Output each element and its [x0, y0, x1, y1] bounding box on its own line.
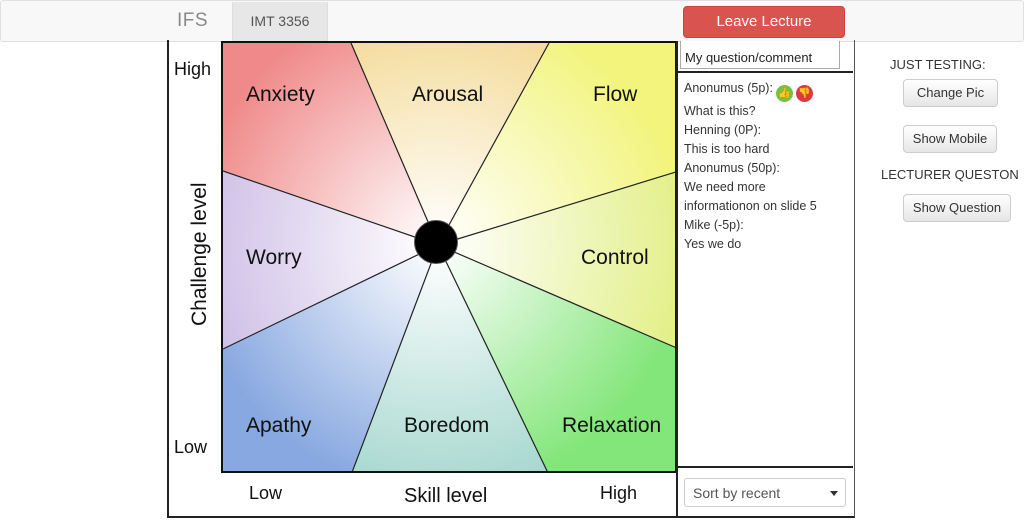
- sort-select[interactable]: Sort by recent: [684, 478, 846, 507]
- x-axis-high-label: High: [600, 483, 638, 503]
- zone-anxiety: Anxiety: [246, 83, 315, 106]
- lecturer-question-label: LECTURER QUESTON: [881, 167, 1019, 182]
- panel-divider: [676, 41, 678, 518]
- zone-apathy: Apathy: [246, 414, 312, 437]
- zone-flow: Flow: [593, 83, 638, 106]
- y-axis-high-label: High: [174, 59, 212, 79]
- zone-worry: Worry: [246, 246, 302, 269]
- y-axis-title: Challenge level: [188, 182, 211, 326]
- comment-author: Anonumus (5p): 👍 👎: [684, 79, 852, 102]
- leave-lecture-button[interactable]: Leave Lecture: [683, 6, 845, 38]
- zone-control: Control: [581, 246, 649, 269]
- chevron-down-icon: [830, 491, 838, 496]
- sort-selected-value: Sort by recent: [693, 485, 781, 501]
- position-marker[interactable]: [414, 220, 458, 264]
- y-axis-low-label: Low: [174, 437, 208, 457]
- comment-text: We need more: [684, 180, 766, 194]
- thumbs-up-icon[interactable]: 👍: [775, 85, 793, 102]
- comment-input[interactable]: [680, 41, 840, 69]
- change-pic-button[interactable]: Change Pic: [903, 79, 998, 107]
- tab-course[interactable]: IMT 3356: [232, 2, 328, 41]
- thumbs-down-icon[interactable]: 👎: [795, 85, 813, 102]
- top-navbar: IFS IMT 3356 Leave Lecture: [0, 0, 1024, 42]
- x-axis-low-label: Low: [249, 483, 283, 503]
- comment-text: informationon on slide 5: [684, 199, 817, 213]
- brand-logo[interactable]: IFS: [177, 10, 208, 32]
- show-mobile-button[interactable]: Show Mobile: [903, 125, 997, 153]
- zone-arousal: Arousal: [412, 83, 484, 106]
- comment-text: What is this?: [684, 104, 756, 118]
- testing-label: JUST TESTING:: [890, 57, 986, 72]
- comment-text: This is too hard: [684, 142, 770, 156]
- zone-boredom: Boredom: [404, 414, 490, 437]
- comment-list: Anonumus (5p): 👍 👎 What is this? Henning (…: [684, 79, 852, 254]
- x-axis-title: Skill level: [404, 485, 488, 507]
- comment-author: Henning (0P):: [684, 123, 762, 137]
- zone-relaxation: Relaxation: [562, 414, 662, 437]
- comment-author: Anonumus (50p):: [684, 161, 780, 175]
- comment-text: Yes we do: [684, 237, 742, 251]
- comment-author: Mike (-5p):: [684, 218, 744, 232]
- panel-top-divider: [677, 71, 853, 73]
- panel-bottom-divider: [677, 466, 853, 468]
- show-question-button[interactable]: Show Question: [903, 194, 1011, 222]
